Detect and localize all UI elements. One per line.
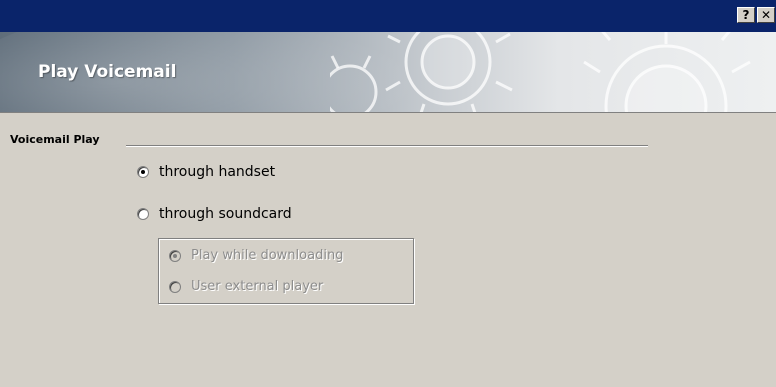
- radio-label: through soundcard: [159, 206, 292, 222]
- header-banner: Play Voicemail: [0, 32, 776, 112]
- radio-button[interactable]: [137, 166, 149, 178]
- radio-label: User external player: [191, 279, 324, 294]
- group-divider: [126, 145, 648, 147]
- gears-icon: [330, 32, 751, 112]
- window-titlebar: ? ✕: [0, 0, 776, 32]
- radio-through-handset[interactable]: through handset: [137, 164, 275, 180]
- help-button[interactable]: ?: [737, 7, 755, 23]
- radio-button: [169, 249, 181, 262]
- radio-user-external-player: User external player: [169, 279, 323, 294]
- group-title: Voicemail Play: [10, 133, 100, 146]
- radio-button: [169, 280, 181, 293]
- radio-button[interactable]: [137, 208, 149, 220]
- close-button[interactable]: ✕: [757, 7, 775, 23]
- banner-divider: [0, 112, 776, 113]
- radio-through-soundcard[interactable]: through soundcard: [137, 206, 292, 222]
- radio-label: Play while downloading: [191, 248, 344, 263]
- radio-play-while-downloading: Play while downloading: [169, 248, 343, 263]
- radio-label: through handset: [159, 164, 276, 180]
- banner-title: Play Voicemail: [38, 62, 177, 82]
